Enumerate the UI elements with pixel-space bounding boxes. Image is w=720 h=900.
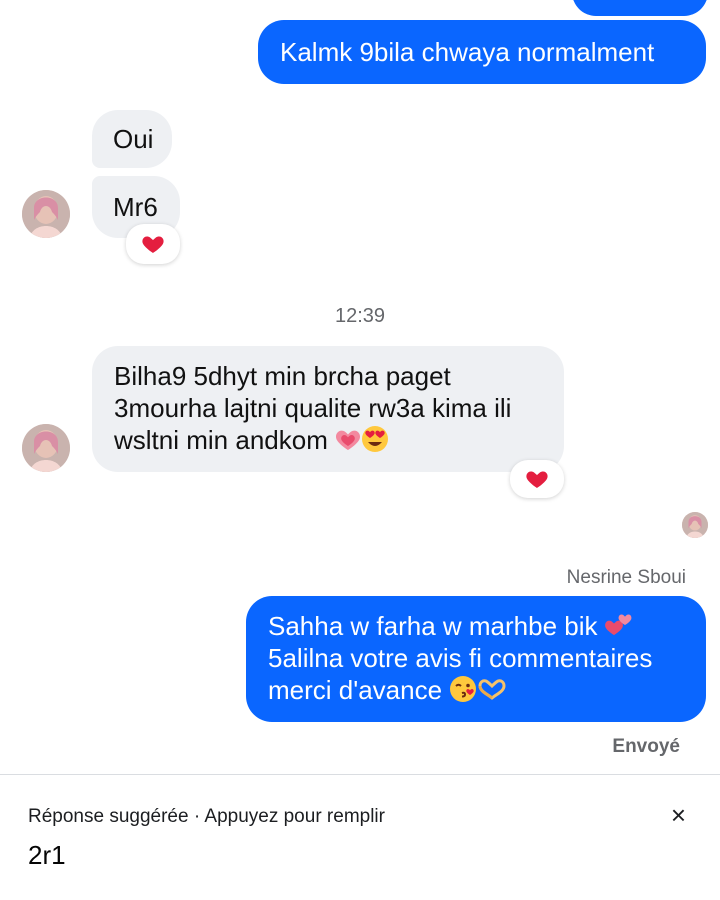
outgoing-message[interactable]: Sahha w farha w marhbe bik 5alilna votre… (246, 596, 706, 722)
partial-outgoing-bubble[interactable] (572, 0, 708, 16)
heart-hands-icon (478, 679, 506, 700)
message-line: 5alilna votre avis fi commentaires (268, 643, 653, 673)
avatar-photo-icon (682, 512, 708, 538)
delivery-status: Envoyé (612, 736, 680, 757)
message-line: merci d'avance (268, 675, 443, 705)
avatar-photo-icon (22, 190, 70, 238)
heart-eyes-icon (362, 426, 389, 452)
contact-avatar[interactable] (22, 424, 70, 472)
reaction-badge[interactable] (510, 460, 564, 498)
two-hearts-icon (604, 614, 632, 635)
message-text: Kalmk 9bila chwaya normalment (280, 37, 655, 67)
message-line: 3mourha lajtni qualite rw3a kima ili (114, 393, 512, 423)
contact-avatar[interactable] (22, 190, 70, 238)
outgoing-message[interactable]: Kalmk 9bila chwaya normalment (258, 20, 706, 84)
message-text: Mr6 (113, 192, 158, 222)
red-heart-icon (142, 236, 164, 253)
incoming-message[interactable]: Bilha9 5dhyt min brcha paget 3mourha laj… (92, 346, 564, 472)
message-line: Sahha w farha w marhbe bik (268, 611, 598, 641)
suggested-reply-text[interactable]: 2r1 (28, 840, 66, 871)
red-heart-icon (526, 471, 548, 488)
reaction-badge[interactable] (126, 224, 180, 264)
sparkling-heart-icon (336, 430, 361, 450)
incoming-message[interactable]: Oui (92, 110, 172, 168)
suggested-reply-label: Réponse suggérée · Appuyez pour remplir (28, 806, 385, 827)
sender-name: Nesrine Sboui (566, 567, 686, 588)
kissing-face-icon (450, 676, 477, 702)
message-text: Oui (113, 124, 154, 154)
timestamp: 12:39 (334, 305, 386, 327)
message-line: wsltni min andkom (114, 425, 328, 455)
message-line: Bilha9 5dhyt min brcha paget (114, 361, 451, 391)
seen-receipt-avatar (682, 512, 708, 538)
divider (0, 774, 720, 775)
avatar-photo-icon (22, 424, 70, 472)
close-icon[interactable]: × (671, 800, 686, 831)
